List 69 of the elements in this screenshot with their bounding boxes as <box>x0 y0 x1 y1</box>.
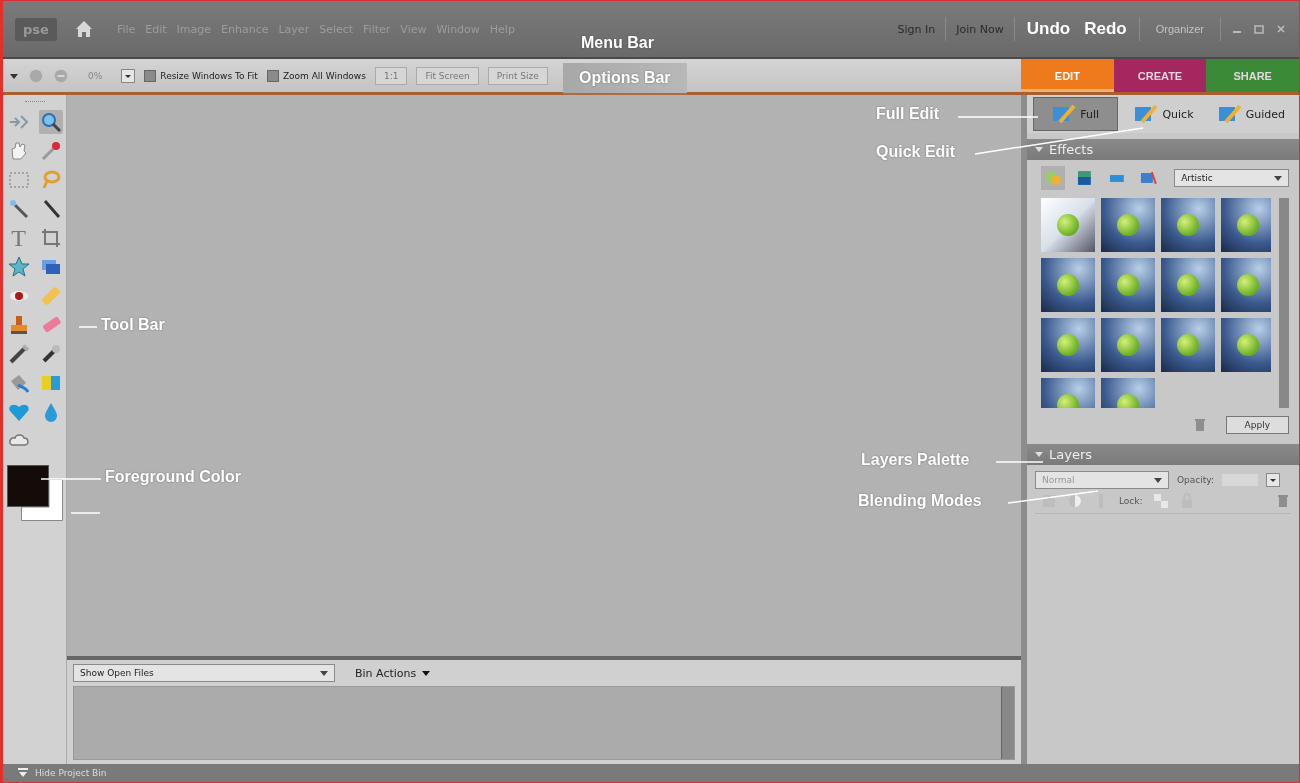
edit-mode-button[interactable]: Guided <box>1209 97 1293 131</box>
callout-label: Quick Edit <box>876 143 956 161</box>
show-files-dropdown[interactable]: Show Open Files <box>73 664 335 682</box>
checkbox[interactable]: Zoom All Windows <box>266 69 366 82</box>
apple-thumbnail[interactable] <box>1221 198 1272 252</box>
type-tool[interactable]: T <box>6 226 31 250</box>
edit-mode-button[interactable]: Quick <box>1122 97 1206 131</box>
leader-line <box>78 326 98 328</box>
apple-thumbnail[interactable] <box>1161 198 1215 252</box>
apple-thumbnail[interactable] <box>1221 318 1272 372</box>
apple-thumbnail[interactable] <box>1041 318 1095 372</box>
option-button[interactable]: Fit Screen <box>416 66 479 85</box>
panel-header[interactable]: Layers <box>1027 444 1299 465</box>
apple-thumbnail[interactable] <box>1221 258 1272 312</box>
workspace-tab[interactable]: SHARE <box>1206 59 1299 92</box>
effect-category-dropdown[interactable]: Artistic <box>1174 169 1289 187</box>
apple-thumbnail[interactable] <box>1101 318 1155 372</box>
panel-header[interactable]: Effects <box>1027 139 1299 160</box>
callout-label: Options Bar <box>563 63 687 95</box>
callout-label: Layers Palette <box>861 451 970 469</box>
collapse-arrow-icon <box>17 767 29 779</box>
edit-mode-button[interactable]: Full <box>1033 97 1119 131</box>
trash-icon[interactable] <box>1275 493 1291 509</box>
option-button[interactable]: Print Size <box>487 66 548 85</box>
checkbox[interactable]: Resize Windows To Fit <box>144 69 258 82</box>
background-color-swatch[interactable] <box>20 479 63 521</box>
magnifier-icon[interactable] <box>38 110 63 134</box>
leader-line <box>70 512 101 514</box>
option-button[interactable]: 1:1 <box>374 66 408 85</box>
apple-thumbnail[interactable] <box>1161 318 1215 372</box>
apple-thumbnail[interactable] <box>1041 258 1095 312</box>
checkered-icon[interactable] <box>1152 493 1169 509</box>
foreground-color-swatch[interactable] <box>6 465 49 507</box>
callout-label: Blending Modes <box>858 492 982 510</box>
colored-circles-icon[interactable] <box>1041 166 1065 190</box>
workspace-tab[interactable]: CREATE <box>1113 59 1207 92</box>
half-circle-icon[interactable] <box>1067 493 1083 509</box>
scroll-bar[interactable] <box>1279 198 1289 408</box>
callout-label: Menu Bar <box>581 34 654 52</box>
apple-thumbnail[interactable] <box>1101 258 1155 312</box>
lock-label: Lock: <box>1119 496 1143 506</box>
callout-label: Foreground Color <box>105 468 241 486</box>
blend-mode-dropdown[interactable]: Normal <box>1035 471 1169 489</box>
close-icon[interactable] <box>1275 23 1287 35</box>
leader-line <box>40 478 102 480</box>
redo-button[interactable]: Redo <box>1082 19 1129 39</box>
scroll-bar[interactable] <box>1001 687 1014 759</box>
opacity-label: Opacity: <box>1177 475 1214 485</box>
undo-button[interactable]: Undo <box>1024 19 1073 39</box>
sign-in-link[interactable]: Sign In <box>897 22 936 36</box>
bin-actions-menu[interactable]: Bin Actions <box>349 665 437 681</box>
workspace-tab[interactable]: EDIT <box>1021 59 1114 92</box>
apple-thumbnail[interactable] <box>1161 258 1215 312</box>
pencil-picture-icon <box>1052 104 1077 124</box>
leader-line <box>995 461 1044 463</box>
callout-label: Tool Bar <box>101 316 165 334</box>
apple-thumbnail[interactable] <box>1101 198 1155 252</box>
apply-button[interactable]: Apply <box>1225 416 1289 434</box>
join-now-link[interactable]: Join Now <box>956 22 1004 36</box>
pencil-picture-icon <box>1217 104 1242 124</box>
callout-label: Full Edit <box>876 105 940 123</box>
apple-thumbnail[interactable] <box>1041 198 1095 252</box>
pencil-picture-icon <box>1134 104 1159 124</box>
organizer-button[interactable]: Organizer <box>1149 23 1210 35</box>
maximize-icon[interactable] <box>1253 23 1265 35</box>
app-logo[interactable]: pse <box>15 17 57 41</box>
star-shape-icon[interactable] <box>6 255 31 279</box>
hide-project-bin-button[interactable]: Hide Project Bin <box>17 766 107 780</box>
zoom-value: 0% <box>88 70 103 81</box>
